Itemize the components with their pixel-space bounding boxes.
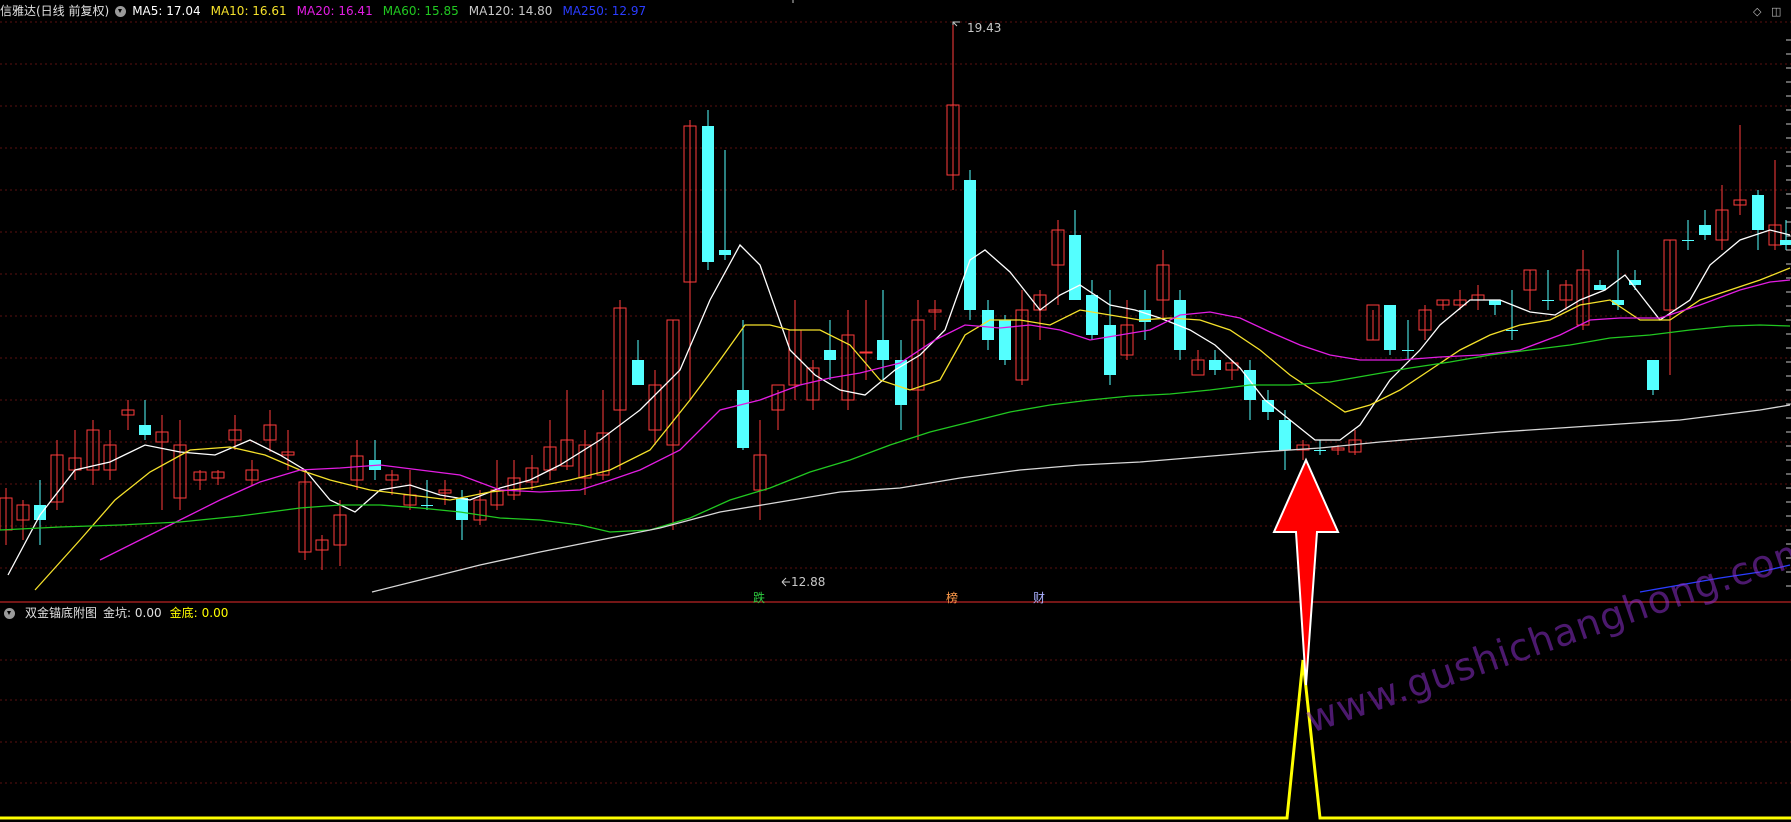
ma250-value: MA250: 12.97: [562, 4, 647, 18]
candle-body: [877, 340, 889, 360]
sub-indicator-title: 双金锚底附图: [25, 606, 98, 620]
ma60-value: MA60: 15.85: [382, 4, 459, 18]
candle-body: [421, 505, 433, 506]
candle-body: [719, 250, 731, 255]
candle-body: [824, 350, 836, 360]
candle-body: [1086, 295, 1098, 335]
candle-body: [1104, 325, 1116, 375]
candle-body: [1402, 350, 1414, 351]
candle-body: [1682, 240, 1694, 241]
jinkeng-value: 金坑: 0.00: [103, 606, 162, 620]
low-price-label: 12.88: [791, 575, 826, 589]
candle-body: [1489, 300, 1501, 305]
stock-title: 信雅达(日线 前复权): [0, 4, 110, 18]
candle-body: [702, 126, 714, 262]
event-tag-bang[interactable]: 榜: [946, 589, 958, 606]
candle-body: [1594, 285, 1606, 290]
event-tag-die[interactable]: 跌: [753, 589, 765, 606]
diamond-icon[interactable]: ◇: [1753, 5, 1761, 18]
candle-body: [1314, 450, 1326, 451]
candle-body: [1384, 305, 1396, 350]
main-indicator-header: 信雅达(日线 前复权) MA5: 17.04 MA10: 16.61 MA20:…: [0, 2, 656, 20]
candle-body: [737, 390, 749, 448]
high-marker-icon: [952, 21, 960, 27]
candle-body: [34, 505, 46, 520]
candle-body: [1780, 240, 1791, 245]
candle-body: [139, 425, 151, 435]
candle-body: [982, 310, 994, 340]
candle-body: [456, 498, 468, 520]
candle-body: [632, 360, 644, 385]
candle-body: [1506, 330, 1518, 331]
candle-body: [1542, 300, 1554, 301]
jindi-label: 金底:: [169, 606, 198, 620]
candle-body: [1279, 420, 1291, 450]
candle-body: [1752, 195, 1764, 230]
high-price-label: 19.43: [967, 21, 1002, 35]
indicator-dropdown-icon[interactable]: [115, 5, 127, 17]
candle-body: [1209, 360, 1221, 370]
ma60-line: [0, 324, 1791, 533]
kline-chart[interactable]: [0, 0, 1791, 822]
candle-body: [859, 351, 873, 354]
ma120-value: MA120: 14.80: [468, 4, 553, 18]
restore-icon[interactable]: ◫: [1771, 5, 1781, 18]
low-marker-icon: [781, 577, 790, 587]
candle-body: [1647, 360, 1659, 390]
jindi-value: 0.00: [201, 606, 229, 620]
red-arrow-icon: [1272, 457, 1340, 686]
candle-body: [964, 180, 976, 310]
event-tag-cai[interactable]: 财: [1033, 589, 1045, 606]
sub-indicator-dropdown-icon[interactable]: [4, 607, 15, 619]
sub-indicator-header: 双金锚底附图 金坑: 0.00 金底: 0.00: [0, 604, 238, 622]
candle-body: [999, 320, 1011, 360]
ma20-value: MA20: 16.41: [296, 4, 373, 18]
jindi-signal-line: [0, 659, 1791, 820]
ma5-value: MA5: 17.04: [132, 4, 201, 18]
ma10-value: MA10: 16.61: [210, 4, 287, 18]
candle-body: [1699, 225, 1711, 235]
